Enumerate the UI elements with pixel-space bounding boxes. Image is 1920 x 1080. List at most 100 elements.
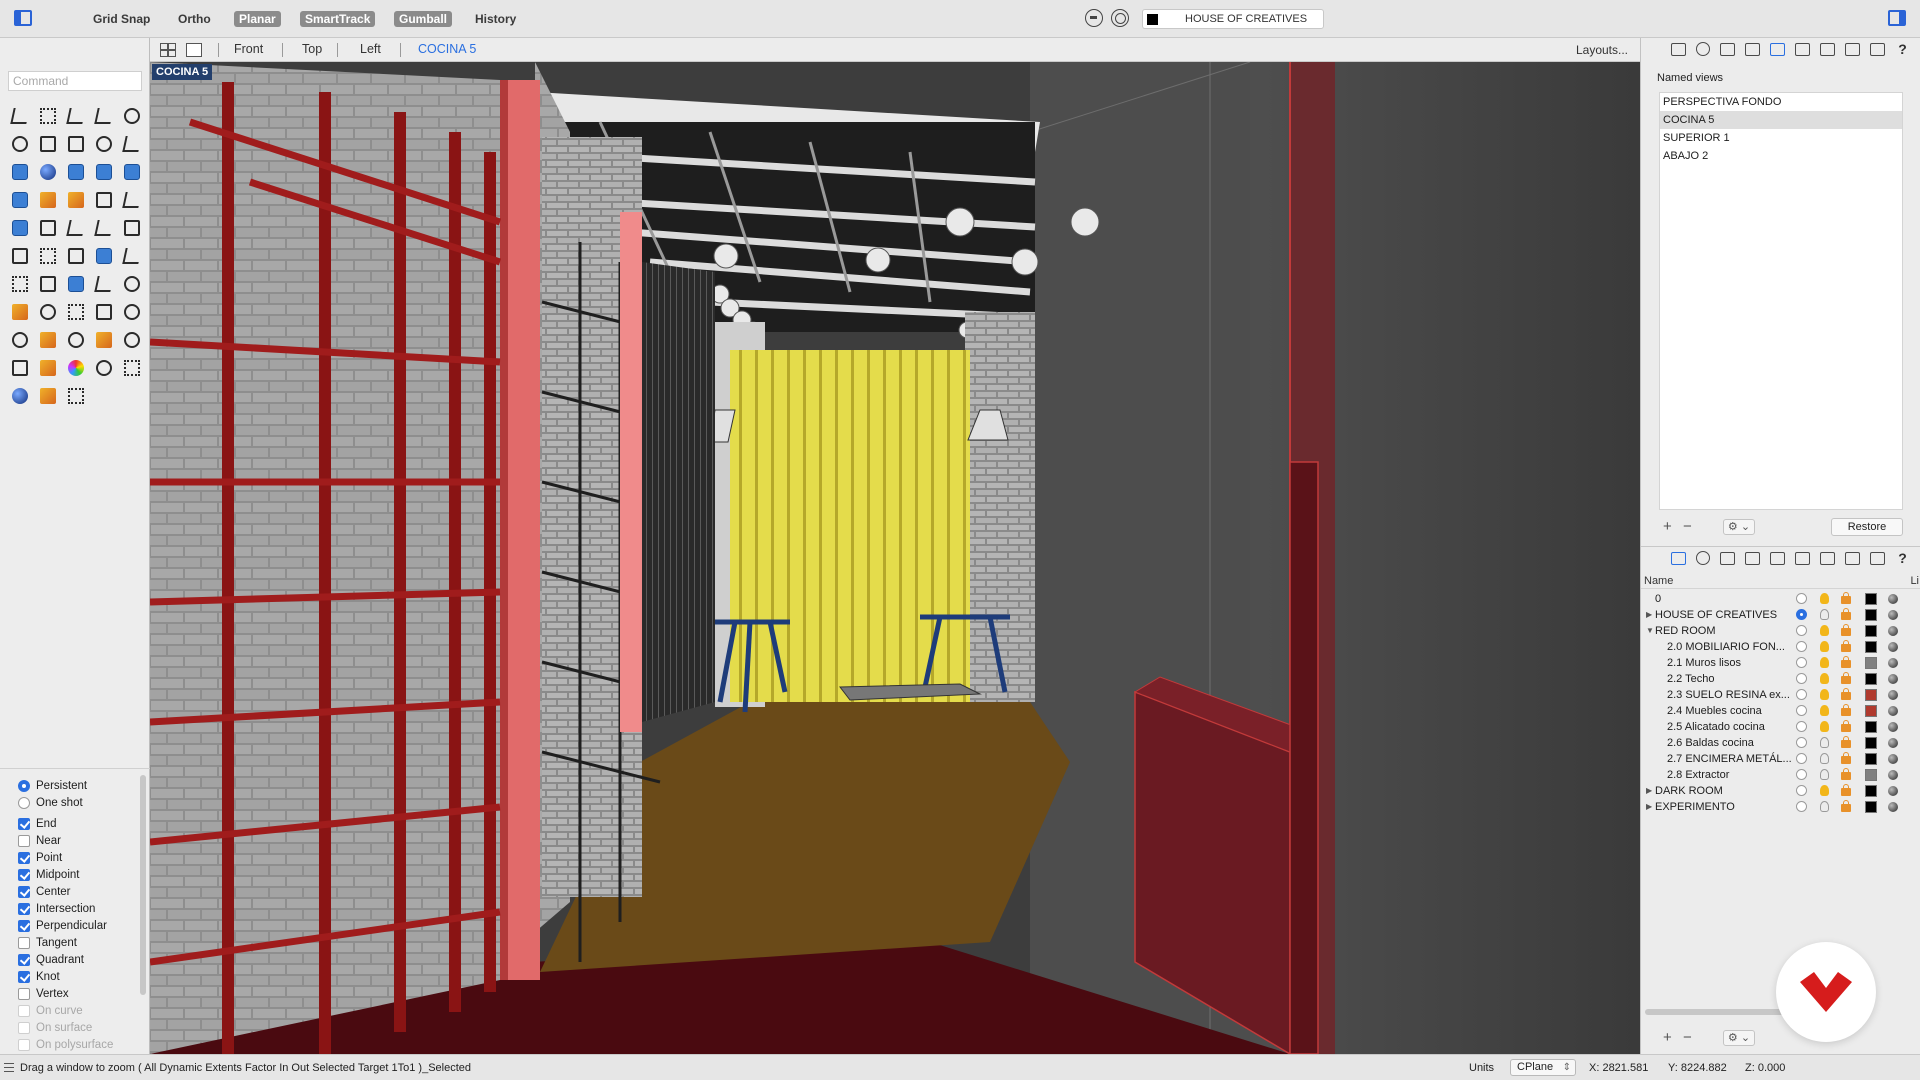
rebuild-icon[interactable] — [62, 214, 90, 242]
current-layer-radio[interactable] — [1796, 769, 1807, 780]
layer-color-swatch[interactable] — [1865, 593, 1877, 605]
layer-row[interactable]: ▶ DARK ROOM — [1641, 783, 1920, 799]
tab-cocina-5[interactable]: COCINA 5 — [418, 42, 476, 56]
osnap-checkbox[interactable] — [18, 1004, 30, 1017]
monitor-tab-icon[interactable] — [1870, 42, 1885, 56]
fillet-icon[interactable] — [118, 130, 146, 158]
layer-row[interactable]: 2.1 Muros lisos — [1641, 655, 1920, 671]
arc-icon[interactable] — [90, 130, 118, 158]
layers-tab-icon[interactable] — [1671, 42, 1686, 56]
lock-icon[interactable] — [1841, 736, 1851, 748]
osnap-checkbox[interactable] — [18, 987, 30, 1000]
layer-color-swatch[interactable] — [1865, 785, 1877, 797]
join-icon[interactable] — [34, 214, 62, 242]
material-sphere-icon[interactable] — [1888, 786, 1898, 796]
osnap-on-surface[interactable]: On surface — [0, 1019, 150, 1036]
material-sphere-icon[interactable] — [1888, 642, 1898, 652]
layer-color-swatch[interactable] — [1865, 737, 1877, 749]
object-tab-icon[interactable] — [1745, 551, 1760, 565]
layer-color-swatch[interactable] — [1865, 769, 1877, 781]
lock-icon[interactable] — [1841, 640, 1851, 652]
layer-color-swatch[interactable] — [1865, 721, 1877, 733]
osnap-on-curve[interactable]: On curve — [0, 1002, 150, 1019]
layer-color-swatch[interactable] — [1865, 609, 1877, 621]
current-layer-radio[interactable] — [1796, 689, 1807, 700]
materials-tab-icon[interactable] — [1795, 551, 1810, 565]
zoom-extents-icon[interactable] — [90, 298, 118, 326]
lock-icon[interactable] — [6, 354, 34, 382]
lock-icon[interactable] — [1841, 608, 1851, 620]
render-icon[interactable] — [6, 382, 34, 410]
material-sphere-icon[interactable] — [1888, 658, 1898, 668]
lock-icon[interactable] — [1841, 592, 1851, 604]
osnap-checkbox[interactable] — [18, 919, 30, 932]
box-icon[interactable] — [62, 158, 90, 186]
named-views-tab-icon[interactable] — [1770, 551, 1785, 565]
osnap-checkbox[interactable] — [18, 936, 30, 949]
lock-icon[interactable] — [1841, 624, 1851, 636]
persistent-radio[interactable] — [18, 779, 30, 792]
layer-row[interactable]: 0 — [1641, 591, 1920, 607]
mirror-icon[interactable] — [62, 242, 90, 270]
pen-icon[interactable] — [34, 382, 62, 410]
gumball-toggle[interactable]: Gumball — [394, 11, 453, 27]
lock-icon[interactable] — [1841, 768, 1851, 780]
analyze-icon[interactable] — [118, 270, 146, 298]
ellipse-icon[interactable] — [6, 130, 34, 158]
add-layer-button[interactable]: + — [1663, 1030, 1672, 1045]
point-icon[interactable] — [34, 102, 62, 130]
osnap-on-polysurface[interactable]: On polysurface — [0, 1036, 150, 1053]
zoom-window-icon[interactable] — [62, 298, 90, 326]
material-sphere-icon[interactable] — [1888, 706, 1898, 716]
right-sidebar-toggle-icon[interactable] — [1888, 10, 1906, 26]
osnap-checkbox[interactable] — [18, 902, 30, 915]
expand-triangle-icon[interactable]: ▶ — [1646, 607, 1652, 623]
layer-color-swatch[interactable] — [1865, 625, 1877, 637]
layer-row[interactable]: 2.3 SUELO RESINA ex... — [1641, 687, 1920, 703]
persistent-option[interactable]: Persistent — [0, 777, 150, 794]
layer-color-swatch[interactable] — [1865, 753, 1877, 765]
layer-color-swatch[interactable] — [1865, 657, 1877, 669]
grid-snap-toggle[interactable]: Grid Snap — [88, 11, 155, 27]
collapse-triangle-icon[interactable]: ▼ — [1646, 623, 1654, 639]
osnap-checkbox[interactable] — [18, 1038, 30, 1051]
one-shot-option[interactable]: One shot — [0, 794, 150, 811]
visibility-bulb-icon[interactable] — [1820, 673, 1829, 684]
visibility-bulb-icon[interactable] — [1820, 593, 1829, 604]
visibility-bulb-icon[interactable] — [1820, 721, 1829, 732]
light-icon[interactable] — [118, 298, 146, 326]
globe-icon[interactable] — [90, 354, 118, 382]
polyline-icon[interactable] — [62, 102, 90, 130]
layer-row[interactable]: 2.8 Extractor — [1641, 767, 1920, 783]
layer-row[interactable]: 2.0 MOBILIARIO FON... — [1641, 639, 1920, 655]
layer-row[interactable]: ▶ HOUSE OF CREATIVES — [1641, 607, 1920, 623]
material-sphere-icon[interactable] — [1888, 626, 1898, 636]
osnap-checkbox[interactable] — [18, 885, 30, 898]
tab-front[interactable]: Front — [234, 42, 263, 56]
osnap-quadrant[interactable]: Quadrant — [0, 951, 150, 968]
trim-icon[interactable] — [90, 214, 118, 242]
current-layer-radio[interactable] — [1796, 753, 1807, 764]
group-icon[interactable] — [62, 382, 90, 410]
grid-array-icon[interactable] — [6, 270, 34, 298]
tab-top[interactable]: Top — [302, 42, 322, 56]
tab-left[interactable]: Left — [360, 42, 381, 56]
layer-row[interactable]: 2.6 Baldas cocina — [1641, 735, 1920, 751]
osnap-scrollbar[interactable] — [140, 775, 146, 995]
material-sphere-icon[interactable] — [1888, 690, 1898, 700]
help-tab-icon[interactable]: ? — [1895, 42, 1910, 56]
history-toggle[interactable]: History — [470, 11, 521, 27]
osnap-checkbox[interactable] — [18, 970, 30, 983]
properties-tab-icon[interactable] — [1696, 42, 1710, 56]
layer-row[interactable]: 2.2 Techo — [1641, 671, 1920, 687]
lock-icon[interactable] — [1841, 752, 1851, 764]
layer-color-swatch[interactable] — [1865, 705, 1877, 717]
name-column-header[interactable]: Name — [1644, 575, 1673, 587]
smarttrack-toggle[interactable]: SmartTrack — [300, 11, 376, 27]
current-layer-radio[interactable] — [1796, 721, 1807, 732]
material-sphere-icon[interactable] — [1888, 802, 1898, 812]
named-views-tab-icon[interactable] — [1770, 42, 1785, 56]
check-icon[interactable] — [90, 270, 118, 298]
visibility-bulb-icon[interactable] — [1820, 769, 1829, 780]
osnap-checkbox[interactable] — [18, 817, 30, 830]
